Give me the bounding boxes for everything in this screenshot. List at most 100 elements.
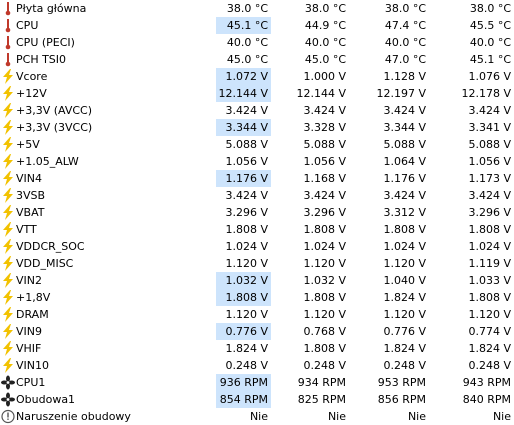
sensor-name: +5V — [16, 138, 40, 151]
table-row[interactable]: +3,3V (3VCC) 3.344 V 3.328 V 3.344 V 3.341 V — [0, 119, 514, 136]
table-row[interactable]: VHIF 1.824 V 1.808 V 1.824 V 1.824 V — [0, 340, 514, 357]
table-row[interactable]: Vcore 1.072 V 1.000 V 1.128 V 1.076 V — [0, 68, 514, 85]
table-row[interactable]: PCH TSI0 45.0 °C 45.0 °C 47.0 °C 45.1 °C — [0, 51, 514, 68]
sensor-name: Obudowa1 — [16, 393, 76, 406]
average-value: 1.056 V — [468, 155, 511, 168]
table-row[interactable]: CPU1 936 RPM 934 RPM 953 RPM 943 RPM — [0, 374, 514, 391]
table-row[interactable]: +1,8V 1.808 V 1.808 V 1.824 V 1.808 V — [0, 289, 514, 306]
sensor-name: VTT — [16, 223, 37, 236]
average-value: 943 RPM — [462, 376, 511, 389]
min-value: 1.168 V — [303, 172, 346, 185]
current-value: 1.176 V — [216, 170, 271, 187]
min-value: 0.768 V — [303, 325, 346, 338]
min-value: 44.9 °C — [304, 19, 346, 32]
sensor-name: VDDCR_SOC — [16, 240, 85, 253]
current-value: 1.072 V — [216, 68, 271, 85]
max-value: 1.808 V — [383, 223, 426, 236]
table-row[interactable]: VIN9 0.776 V 0.768 V 0.776 V 0.774 V — [0, 323, 514, 340]
table-row[interactable]: Płyta główna 38.0 °C 38.0 °C 38.0 °C 38.0 °C — [0, 0, 514, 17]
lightning-icon — [1, 239, 15, 254]
max-value: 47.0 °C — [384, 53, 426, 66]
table-row[interactable]: VIN10 0.248 V 0.248 V 0.248 V 0.248 V — [0, 357, 514, 374]
lightning-icon — [1, 188, 15, 203]
current-value: 0.248 V — [225, 359, 268, 372]
table-row[interactable]: +5V 5.088 V 5.088 V 5.088 V 5.088 V — [0, 136, 514, 153]
table-row[interactable]: +12V 12.144 V 12.144 V 12.197 V 12.178 V — [0, 85, 514, 102]
max-value: 3.424 V — [383, 189, 426, 202]
max-value: 856 RPM — [377, 393, 426, 406]
max-value: 1.824 V — [383, 291, 426, 304]
max-value: 953 RPM — [377, 376, 426, 389]
max-value: 3.312 V — [383, 206, 426, 219]
min-value: 1.808 V — [303, 291, 346, 304]
current-value: 854 RPM — [216, 391, 271, 408]
table-row[interactable]: VDD_MISC 1.120 V 1.120 V 1.120 V 1.119 V — [0, 255, 514, 272]
sensor-name: +3,3V (3VCC) — [16, 121, 93, 134]
table-row[interactable]: VBAT 3.296 V 3.296 V 3.312 V 3.296 V — [0, 204, 514, 221]
table-row[interactable]: 3VSB 3.424 V 3.424 V 3.424 V 3.424 V — [0, 187, 514, 204]
current-value: 1.120 V — [225, 257, 268, 270]
average-value: 45.5 °C — [469, 19, 511, 32]
sensor-name: VDD_MISC — [16, 257, 74, 270]
sensor-name: +1.05_ALW — [16, 155, 79, 168]
current-value: 1.808 V — [225, 223, 268, 236]
min-value: 1.056 V — [303, 155, 346, 168]
min-value: 0.248 V — [303, 359, 346, 372]
current-value: 3.424 V — [225, 104, 268, 117]
min-value: 3.296 V — [303, 206, 346, 219]
current-value: 1.032 V — [216, 272, 271, 289]
table-row[interactable]: CPU 45.1 °C 44.9 °C 47.4 °C 45.5 °C — [0, 17, 514, 34]
sensor-name: 3VSB — [16, 189, 46, 202]
average-value: 1.033 V — [468, 274, 511, 287]
min-value: 38.0 °C — [304, 2, 346, 15]
sensor-name: PCH TSI0 — [16, 53, 67, 66]
min-value: 1.120 V — [303, 308, 346, 321]
min-value: 3.424 V — [303, 104, 346, 117]
sensor-name: VIN9 — [16, 325, 42, 338]
lightning-icon — [1, 120, 15, 135]
fan-icon — [1, 392, 15, 407]
current-value: 1.056 V — [225, 155, 268, 168]
lightning-icon — [1, 341, 15, 356]
table-row[interactable]: VDDCR_SOC 1.024 V 1.024 V 1.024 V 1.024 V — [0, 238, 514, 255]
table-row[interactable]: +1.05_ALW 1.056 V 1.056 V 1.064 V 1.056 V — [0, 153, 514, 170]
sensor-name: Vcore — [16, 70, 48, 83]
min-value: 1.808 V — [303, 223, 346, 236]
sensor-name: VHIF — [16, 342, 42, 355]
thermometer-icon — [1, 1, 15, 16]
average-value: 1.173 V — [468, 172, 511, 185]
sensor-name: DRAM — [16, 308, 49, 321]
max-value: 1.176 V — [383, 172, 426, 185]
average-value: 3.424 V — [468, 189, 511, 202]
sensor-name: VBAT — [16, 206, 45, 219]
current-value: 1.024 V — [225, 240, 268, 253]
lightning-icon — [1, 137, 15, 152]
min-value: 3.424 V — [303, 189, 346, 202]
table-row[interactable]: Obudowa1 854 RPM 825 RPM 856 RPM 840 RPM — [0, 391, 514, 408]
table-row[interactable]: VTT 1.808 V 1.808 V 1.808 V 1.808 V — [0, 221, 514, 238]
table-row[interactable]: VIN2 1.032 V 1.032 V 1.040 V 1.033 V — [0, 272, 514, 289]
current-value: 12.144 V — [216, 85, 271, 102]
min-value: 40.0 °C — [304, 36, 346, 49]
max-value: 47.4 °C — [384, 19, 426, 32]
table-row[interactable]: VIN4 1.176 V 1.168 V 1.176 V 1.173 V — [0, 170, 514, 187]
sensor-name: +1,8V — [16, 291, 51, 304]
lightning-icon — [1, 69, 15, 84]
min-value: 934 RPM — [297, 376, 346, 389]
lightning-icon — [1, 171, 15, 186]
average-value: 5.088 V — [468, 138, 511, 151]
average-value: 1.808 V — [468, 223, 511, 236]
table-row[interactable]: +3,3V (AVCC) 3.424 V 3.424 V 3.424 V 3.424 V — [0, 102, 514, 119]
thermometer-icon — [1, 52, 15, 67]
table-row[interactable]: CPU (PECI) 40.0 °C 40.0 °C 40.0 °C 40.0 °C — [0, 34, 514, 51]
min-value: 1.120 V — [303, 257, 346, 270]
sensor-name: CPU (PECI) — [16, 36, 75, 49]
average-value: 1.824 V — [468, 342, 511, 355]
average-value: 3.296 V — [468, 206, 511, 219]
current-value: 38.0 °C — [226, 2, 268, 15]
table-row[interactable]: DRAM 1.120 V 1.120 V 1.120 V 1.120 V — [0, 306, 514, 323]
max-value: 38.0 °C — [384, 2, 426, 15]
lightning-icon — [1, 256, 15, 271]
sensor-name: +3,3V (AVCC) — [16, 104, 93, 117]
min-value: 1.808 V — [303, 342, 346, 355]
